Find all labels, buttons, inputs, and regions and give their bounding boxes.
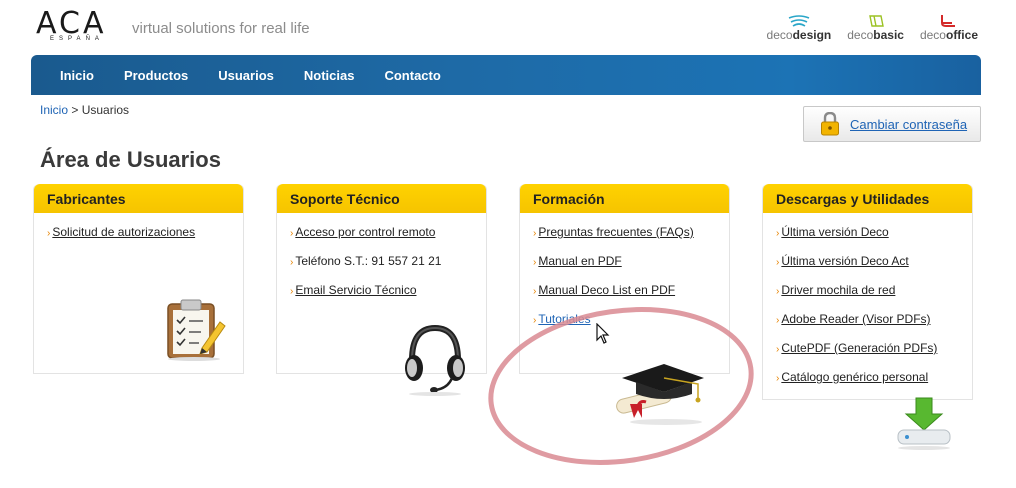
main-nav: Inicio Productos Usuarios Noticias Conta… <box>31 55 981 95</box>
logo-text: ACA <box>36 6 107 41</box>
link-cutepdf[interactable]: CutePDF (Generación PDFs) <box>781 341 937 355</box>
chevron-right-icon: › <box>776 286 780 297</box>
link-tutoriales[interactable]: Tutoriales <box>538 312 590 326</box>
list-item[interactable]: › Última versión Deco <box>776 225 972 254</box>
card-links: › Última versión Deco › Última versión Dec… <box>763 213 972 399</box>
card-title: Soporte Técnico <box>277 184 486 213</box>
brand-decobasic[interactable]: decobasic <box>847 15 904 42</box>
card-title: Fabricantes <box>34 184 243 213</box>
card-descargas: Descargas y Utilidades › Última versión D… <box>762 184 973 400</box>
list-item: › Teléfono S.T.: 91 557 21 21 <box>290 254 486 283</box>
clipboard-icon <box>167 299 226 361</box>
list-item[interactable]: › Preguntas frecuentes (FAQs) <box>533 225 729 254</box>
card-links: › Preguntas frecuentes (FAQs) › Manual en … <box>520 213 729 341</box>
list-item[interactable]: › Adobe Reader (Visor PDFs) <box>776 312 972 341</box>
list-item[interactable]: › Acceso por control remoto <box>290 225 486 254</box>
nav-item-productos[interactable]: Productos <box>109 68 203 83</box>
brand-prefix: deco <box>919 28 946 42</box>
list-item[interactable]: › Última versión Deco Act <box>776 254 972 283</box>
logo-subtext: ESPAÑA <box>50 36 104 42</box>
card-links: › Solicitud de autorizaciones <box>34 213 243 254</box>
link-ultima-version-deco-act[interactable]: Última versión Deco Act <box>781 254 908 268</box>
card-title: Descargas y Utilidades <box>763 184 972 213</box>
mouse-cursor-icon <box>596 323 610 344</box>
download-icon <box>897 397 951 450</box>
list-item[interactable]: › Catálogo genérico personal <box>776 370 972 399</box>
link-catalogo-generico[interactable]: Catálogo genérico personal <box>781 370 928 384</box>
link-solicitud-autorizaciones[interactable]: Solicitud de autorizaciones <box>52 225 195 239</box>
chevron-right-icon: › <box>776 228 780 239</box>
card-formacion: Formación › Preguntas frecuentes (FAQs) ›… <box>519 184 730 374</box>
brand-name: office <box>945 28 978 42</box>
list-item[interactable]: › Manual en PDF <box>533 254 729 283</box>
list-item[interactable]: › Tutoriales <box>533 312 729 341</box>
chevron-right-icon: › <box>776 257 780 268</box>
breadcrumb-home-link[interactable]: Inicio <box>40 103 68 117</box>
chevron-right-icon: › <box>290 228 294 239</box>
nav-item-noticias[interactable]: Noticias <box>289 68 370 83</box>
brand-name: design <box>792 28 832 42</box>
tagline: virtual solutions for real life <box>132 20 310 37</box>
brand-decodesign[interactable]: decodesign <box>766 15 832 42</box>
chevron-right-icon: › <box>776 315 780 326</box>
list-item[interactable]: › Driver mochila de red <box>776 283 972 312</box>
headset-icon <box>405 324 465 396</box>
phone-text: Teléfono S.T.: 91 557 21 21 <box>295 254 442 268</box>
breadcrumb-current: Usuarios <box>81 103 130 117</box>
link-ultima-version-deco[interactable]: Última versión Deco <box>781 225 888 239</box>
decodesign-icon <box>788 15 809 27</box>
list-item[interactable]: › Solicitud de autorizaciones <box>47 225 243 254</box>
link-adobe-reader[interactable]: Adobe Reader (Visor PDFs) <box>781 312 930 326</box>
chevron-right-icon: › <box>776 373 780 384</box>
breadcrumb-separator: > <box>68 103 82 117</box>
list-item[interactable]: › Manual Deco List en PDF <box>533 283 729 312</box>
padlock-icon <box>821 112 839 136</box>
nav-item-contacto[interactable]: Contacto <box>369 68 455 83</box>
brand-name: basic <box>873 28 904 42</box>
chevron-right-icon: › <box>533 315 537 326</box>
list-item[interactable]: › Email Servicio Técnico <box>290 283 486 312</box>
nav-item-inicio[interactable]: Inicio <box>45 68 109 83</box>
brand-prefix: deco <box>766 28 793 42</box>
link-driver-mochila[interactable]: Driver mochila de red <box>781 283 895 297</box>
breadcrumb: Inicio > Usuarios <box>40 103 129 117</box>
card-title: Formación <box>520 184 729 213</box>
chevron-right-icon: › <box>533 228 537 239</box>
change-password-button[interactable]: Cambiar contraseña <box>803 106 981 142</box>
chevron-right-icon: › <box>533 257 537 268</box>
page-title: Área de Usuarios <box>40 147 221 172</box>
graduation-cap-icon <box>616 364 704 425</box>
chevron-right-icon: › <box>47 228 51 239</box>
brand-decooffice[interactable]: decooffice <box>919 15 978 42</box>
chevron-right-icon: › <box>290 257 294 268</box>
link-faqs[interactable]: Preguntas frecuentes (FAQs) <box>538 225 693 239</box>
link-manual-deco-list[interactable]: Manual Deco List en PDF <box>538 283 675 297</box>
brand-prefix: deco <box>847 28 874 42</box>
change-password-label: Cambiar contraseña <box>850 116 968 132</box>
chevron-right-icon: › <box>776 344 780 355</box>
brand-links: decodesign decobasic decooffice <box>766 15 978 42</box>
link-manual-pdf[interactable]: Manual en PDF <box>538 254 621 268</box>
link-email-servicio[interactable]: Email Servicio Técnico <box>295 283 416 297</box>
nav-item-usuarios[interactable]: Usuarios <box>203 68 289 83</box>
card-links: › Acceso por control remoto › Teléfono S.T… <box>277 213 486 312</box>
link-control-remoto[interactable]: Acceso por control remoto <box>295 225 435 239</box>
decobasic-icon <box>869 15 885 27</box>
decooffice-icon <box>940 15 955 27</box>
chevron-right-icon: › <box>290 286 294 297</box>
chevron-right-icon: › <box>533 286 537 297</box>
list-item[interactable]: › CutePDF (Generación PDFs) <box>776 341 972 370</box>
aca-logo[interactable]: ACA ESPAÑA <box>36 6 122 43</box>
